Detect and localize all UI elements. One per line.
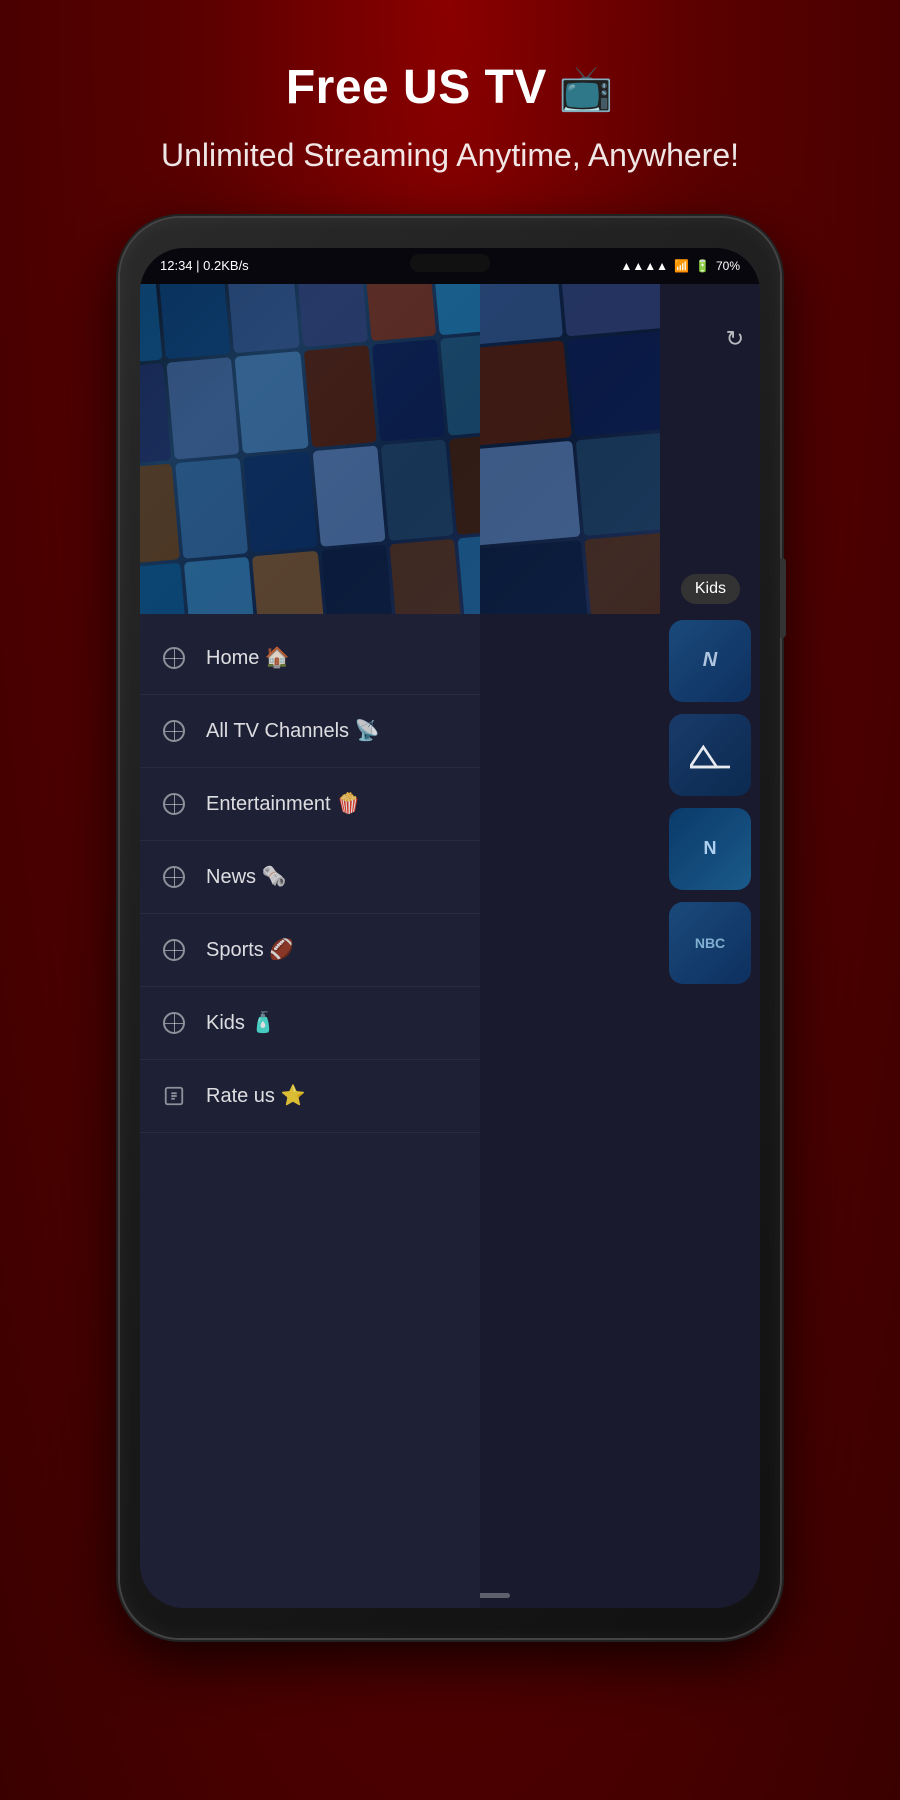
mosaic-cell [380,439,453,541]
menu-label-kids: Kids 🧴 [206,1010,275,1035]
phone-device: 12:34 | 0.2KB/s ▲▲▲▲ 📶 🔋 70% [120,218,780,1638]
mosaic-cell [295,284,368,348]
drawer-mosaic [140,284,480,614]
menu-label-news: News 🗞️ [206,864,286,889]
mosaic-cell [140,363,171,465]
mosaic-cell [303,345,376,447]
menu-items-list: Home 🏠 All TV Channels 📡 Entertainment 🍿 [140,614,480,1141]
menu-label-all-tv: All TV Channels 📡 [206,718,380,743]
globe-icon-all-tv [160,717,188,745]
title-text: Free US TV [286,60,547,115]
globe-icon-sports [160,936,188,964]
menu-label-sports: Sports 🏈 [206,937,294,962]
menu-item-entertainment[interactable]: Entertainment 🍿 [140,768,480,841]
subtitle: Unlimited Streaming Anytime, Anywhere! [161,133,739,178]
mosaic-cell [363,284,436,342]
mosaic-cell [158,284,231,359]
mosaic-cell [226,284,299,354]
drawer-menu: Home 🏠 All TV Channels 📡 Entertainment 🍿 [140,284,480,1608]
mosaic-cell [140,284,163,365]
battery-icon: 🔋 [695,259,710,273]
mosaic-cell [321,544,394,614]
mosaic-cell [235,351,308,453]
refresh-button[interactable]: ↻ [726,326,744,352]
side-button [780,558,786,638]
mosaic-cell [431,284,480,336]
channel-icon-4[interactable]: NBC [669,902,751,984]
channel-icon-nfl-1[interactable]: N [669,620,751,702]
mosaic-cell [140,562,189,614]
channel-icon-list: N N NBC [660,284,760,1608]
camera-notch [410,254,490,272]
mosaic-cell [175,457,248,559]
mosaic-cell [184,556,257,614]
globe-icon-entertainment [160,790,188,818]
menu-item-news[interactable]: News 🗞️ [140,841,480,914]
globe-icon-kids [160,1009,188,1037]
header-section: Free US TV 📺 Unlimited Streaming Anytime… [121,0,779,208]
wifi-icon: 📶 [674,259,689,273]
kids-badge[interactable]: Kids [681,574,740,604]
menu-item-rate-us[interactable]: Rate us ⭐ [140,1060,480,1133]
status-right: ▲▲▲▲ 📶 🔋 70% [621,259,740,273]
signal-icon: ▲▲▲▲ [621,259,669,273]
globe-icon-home [160,644,188,672]
globe-icon-news [160,863,188,891]
menu-item-sports[interactable]: Sports 🏈 [140,914,480,987]
battery-percent: 70% [716,259,740,273]
menu-label-home: Home 🏠 [206,645,290,670]
drawer-header-image [140,284,480,614]
status-time: 12:34 | 0.2KB/s [160,258,249,273]
channel-icon-adidas[interactable] [669,714,751,796]
channel-icon-3[interactable]: N [669,808,751,890]
menu-label-entertainment: Entertainment 🍿 [206,791,361,816]
mosaic-cell [167,357,240,459]
mosaic-cell [449,433,480,535]
mosaic-cell [440,333,480,435]
mosaic-cell [244,451,317,553]
mosaic-cell [140,463,180,565]
phone-screen: 12:34 | 0.2KB/s ▲▲▲▲ 📶 🔋 70% [140,248,760,1608]
mosaic-cell [252,550,325,614]
tv-emoji: 📺 [559,62,614,114]
phone-shell: 12:34 | 0.2KB/s ▲▲▲▲ 📶 🔋 70% [120,218,780,1638]
mosaic-cell [457,532,480,613]
mosaic-cell [312,445,385,547]
rate-icon [160,1082,188,1110]
main-title: Free US TV 📺 [161,60,739,115]
mosaic-cell [389,538,462,613]
menu-item-home[interactable]: Home 🏠 [140,622,480,695]
menu-item-all-tv[interactable]: All TV Channels 📡 [140,695,480,768]
menu-item-kids[interactable]: Kids 🧴 [140,987,480,1060]
menu-label-rate-us: Rate us ⭐ [206,1083,305,1108]
mosaic-cell [372,339,445,441]
